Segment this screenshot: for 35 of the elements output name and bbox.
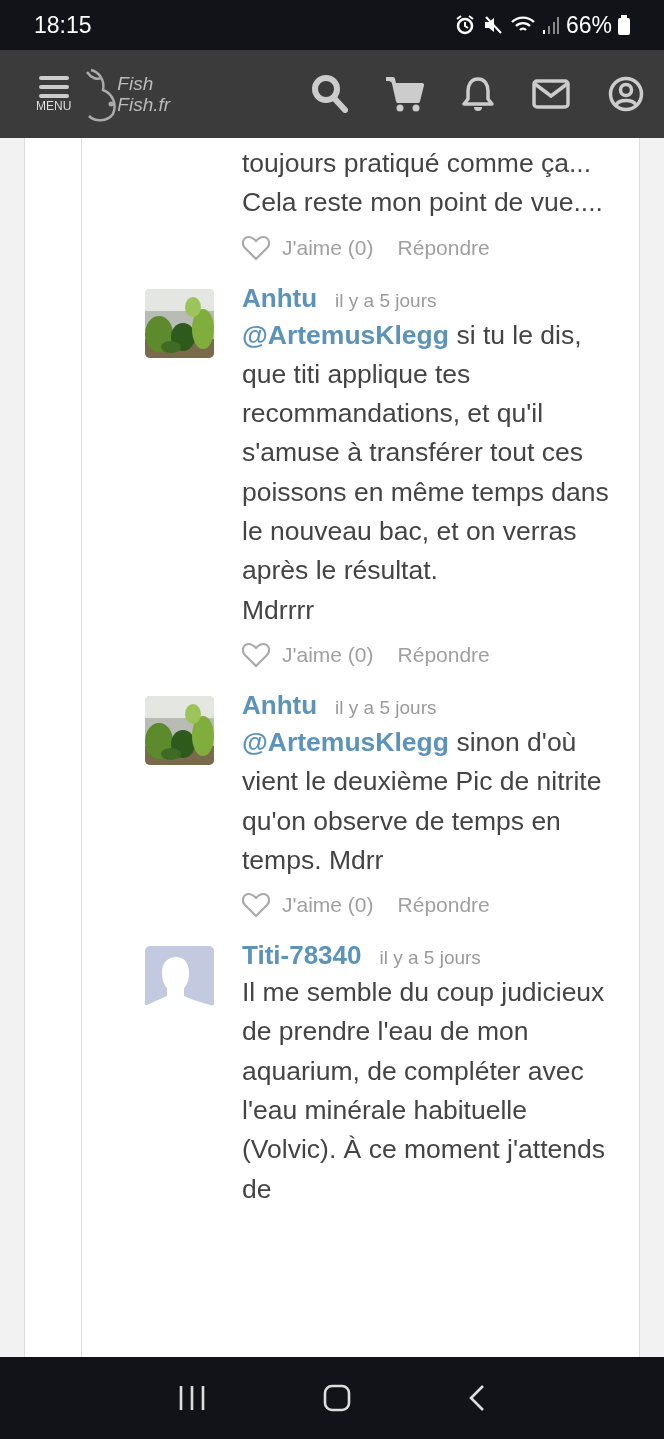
author-name[interactable]: Anhtu (242, 282, 318, 314)
mail-icon[interactable] (532, 79, 570, 109)
like-button[interactable]: J'aime (0) (242, 234, 374, 261)
battery-icon (618, 15, 630, 35)
search-icon[interactable] (312, 75, 348, 113)
comment-time: il y a 5 jours (379, 947, 481, 970)
battery-level: 66% (565, 11, 612, 39)
author-name[interactable]: Anhtu (242, 689, 318, 721)
site-logo[interactable]: Fish Fish.fr (85, 66, 171, 122)
comment-time: il y a 5 jours (335, 289, 437, 312)
reply-link[interactable]: Répondre (397, 642, 490, 667)
recent-apps-icon[interactable] (178, 1385, 207, 1411)
mention-link[interactable]: @ArtemusKlegg (242, 726, 449, 757)
comment-text: @ArtemusKlegg sinon d'où vient le deuxième Pic de nitrite qu'on observe de temps en temps. Mdrr (242, 725, 603, 877)
heart-icon (242, 641, 270, 668)
comment-time: il y a 5 jours (335, 696, 437, 719)
menu-button[interactable]: MENU (36, 75, 72, 113)
heart-icon (242, 892, 270, 919)
status-time: 18:15 (34, 11, 92, 39)
like-button[interactable]: J'aime (0) (242, 892, 374, 919)
like-button[interactable]: J'aime (0) (242, 641, 374, 668)
mention-link[interactable]: @ArtemusKlegg (242, 319, 449, 350)
comment-text: toujours pratiqué comme ça... Cela reste mon point de vue.... (242, 147, 604, 220)
reply-link[interactable]: Répondre (397, 235, 490, 260)
comment-text: Il me semble du coup judicieux de prendre l'eau de mon aquarium, de compléter avec l'eau minérale habituelle (Volvic). À ce moment j'attends de (242, 976, 606, 1206)
cart-icon[interactable] (386, 76, 424, 112)
reply-link[interactable]: Répondre (397, 893, 490, 918)
comment-text: @ArtemusKlegg si tu le dis, que titi applique tes recommandations, et qu'il s'amuse à transférer tout ces poissons en même temps dans le nouveau bac, et on verras après le résultat. Mdrrrr (242, 318, 610, 627)
back-icon[interactable] (467, 1384, 486, 1412)
home-icon[interactable] (323, 1384, 351, 1412)
account-icon[interactable] (608, 76, 644, 112)
signal-icon (541, 14, 560, 36)
bell-icon[interactable] (462, 76, 494, 112)
heart-icon (242, 234, 270, 261)
author-name[interactable]: Titi-78340 (242, 940, 362, 972)
